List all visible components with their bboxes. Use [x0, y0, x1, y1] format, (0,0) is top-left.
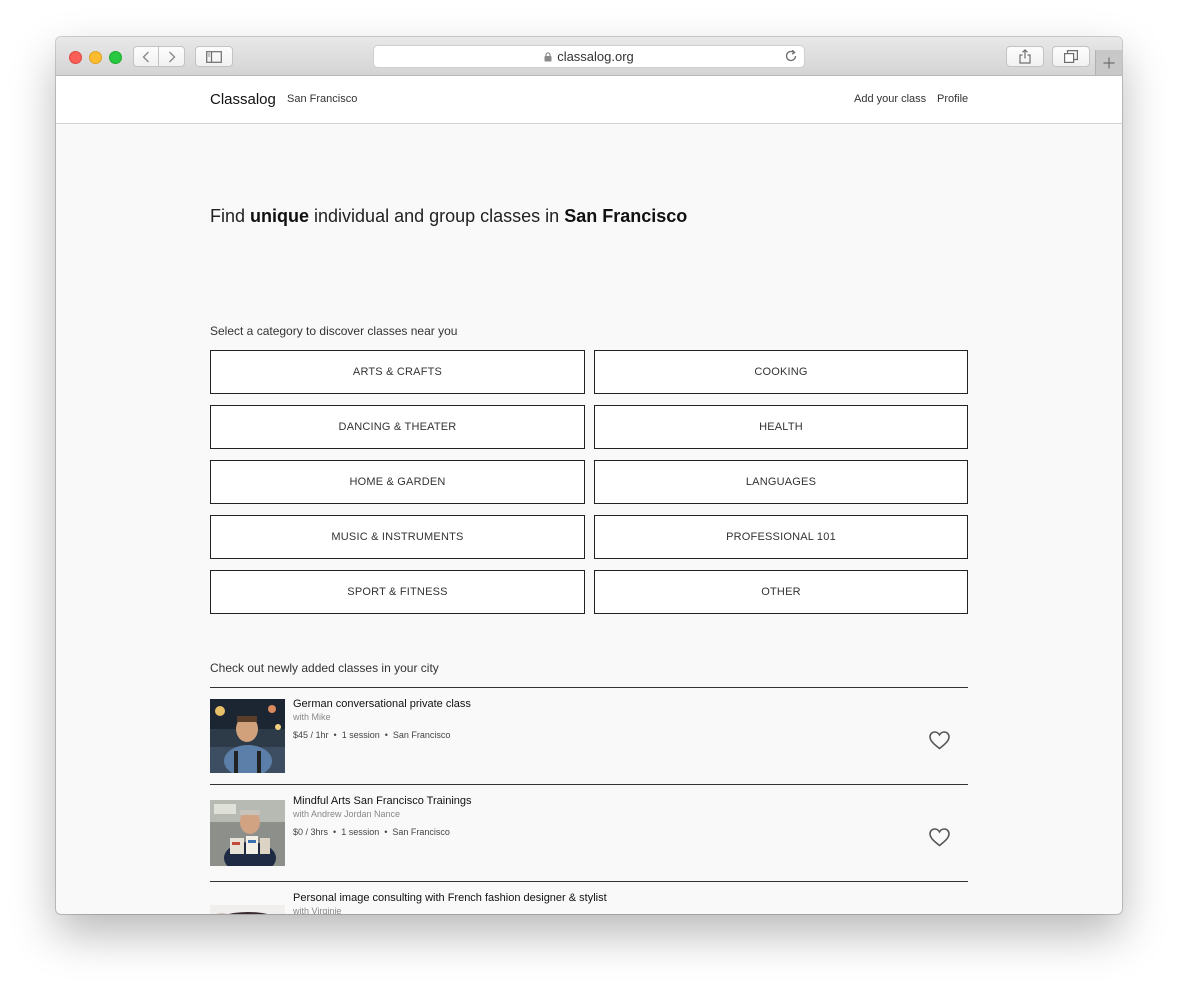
class-sessions: 1 session — [341, 730, 380, 740]
favorite-heart-icon[interactable] — [929, 828, 950, 852]
plus-icon — [1103, 57, 1115, 68]
sidebar-button[interactable] — [195, 46, 233, 67]
class-title[interactable]: German conversational private class — [293, 698, 471, 710]
category-health[interactable]: HEALTH — [594, 405, 968, 449]
class-price: $45 / 1hr — [293, 730, 329, 740]
hero-heading: Find unique individual and group classes… — [210, 206, 687, 227]
hero-emphasis: unique — [250, 206, 310, 226]
class-card[interactable]: German conversational private class with… — [210, 687, 968, 784]
category-sport-fitness[interactable]: SPORT & FITNESS — [210, 570, 585, 614]
share-button[interactable] — [1006, 46, 1044, 67]
class-meta: $0 / 3hrs • 1 session • San Francisco — [293, 827, 450, 837]
tabs-overview-button[interactable] — [1052, 46, 1090, 67]
new-tab-button[interactable] — [1095, 50, 1122, 75]
category-grid: ARTS & CRAFTS COOKING DANCING & THEATER … — [210, 350, 968, 614]
add-your-class-link[interactable]: Add your class — [854, 93, 926, 105]
lock-icon — [544, 51, 552, 62]
class-thumbnail[interactable] — [210, 699, 285, 773]
favorite-heart-icon[interactable] — [929, 731, 950, 755]
class-list: German conversational private class with… — [210, 687, 968, 914]
categories-label: Select a category to discover classes ne… — [210, 324, 458, 338]
category-arts-crafts[interactable]: ARTS & CRAFTS — [210, 350, 585, 394]
class-instructor: with Andrew Jordan Nance — [293, 809, 401, 819]
class-card[interactable]: Personal image consulting with French fa… — [210, 881, 968, 914]
new-classes-label: Check out newly added classes in your ci… — [210, 661, 439, 675]
class-location: San Francisco — [392, 730, 451, 740]
sidebar-icon — [206, 50, 222, 63]
class-sessions: 1 session — [341, 827, 380, 837]
site-logo[interactable]: Classalog — [210, 91, 276, 108]
url-text: classalog.org — [557, 49, 634, 64]
back-button[interactable] — [133, 46, 159, 67]
tabs-icon — [1064, 50, 1078, 63]
class-instructor: with Virginie — [293, 906, 342, 914]
class-title[interactable]: Mindful Arts San Francisco Trainings — [293, 795, 472, 807]
forward-button[interactable] — [159, 46, 185, 67]
category-languages[interactable]: LANGUAGES — [594, 460, 968, 504]
hero-prefix: Find — [210, 206, 251, 226]
class-title[interactable]: Personal image consulting with French fa… — [293, 892, 607, 904]
hero-middle: individual and group classes in — [309, 206, 565, 226]
zoom-window-button[interactable] — [109, 51, 122, 64]
class-instructor: with Mike — [293, 712, 331, 722]
category-music-instruments[interactable]: MUSIC & INSTRUMENTS — [210, 515, 585, 559]
history-nav — [133, 46, 186, 67]
close-window-button[interactable] — [69, 51, 82, 64]
category-home-garden[interactable]: HOME & GARDEN — [210, 460, 585, 504]
profile-link[interactable]: Profile — [937, 93, 968, 105]
address-bar[interactable]: classalog.org — [373, 45, 805, 68]
share-icon — [1019, 49, 1031, 64]
hero-city: San Francisco — [564, 206, 688, 226]
site-header: Classalog San Francisco Add your class P… — [56, 76, 1122, 124]
minimize-window-button[interactable] — [89, 51, 102, 64]
chevron-left-icon — [142, 51, 149, 62]
category-cooking[interactable]: COOKING — [594, 350, 968, 394]
category-professional-101[interactable]: PROFESSIONAL 101 — [594, 515, 968, 559]
class-meta: $45 / 1hr • 1 session • San Francisco — [293, 730, 451, 740]
class-card[interactable]: Mindful Arts San Francisco Trainings wit… — [210, 784, 968, 881]
category-dancing-theater[interactable]: DANCING & THEATER — [210, 405, 585, 449]
page-content: Classalog San Francisco Add your class P… — [56, 76, 1122, 914]
browser-window: classalog.org Classalog San Francisco Ad… — [56, 37, 1122, 914]
class-thumbnail[interactable] — [210, 905, 285, 914]
city-selector[interactable]: San Francisco — [287, 93, 357, 105]
browser-toolbar: classalog.org — [56, 37, 1122, 76]
chevron-right-icon — [168, 51, 175, 62]
reload-icon[interactable] — [784, 49, 798, 66]
class-price: $0 / 3hrs — [293, 827, 329, 837]
category-other[interactable]: OTHER — [594, 570, 968, 614]
class-thumbnail[interactable] — [210, 800, 285, 866]
class-location: San Francisco — [392, 827, 450, 837]
